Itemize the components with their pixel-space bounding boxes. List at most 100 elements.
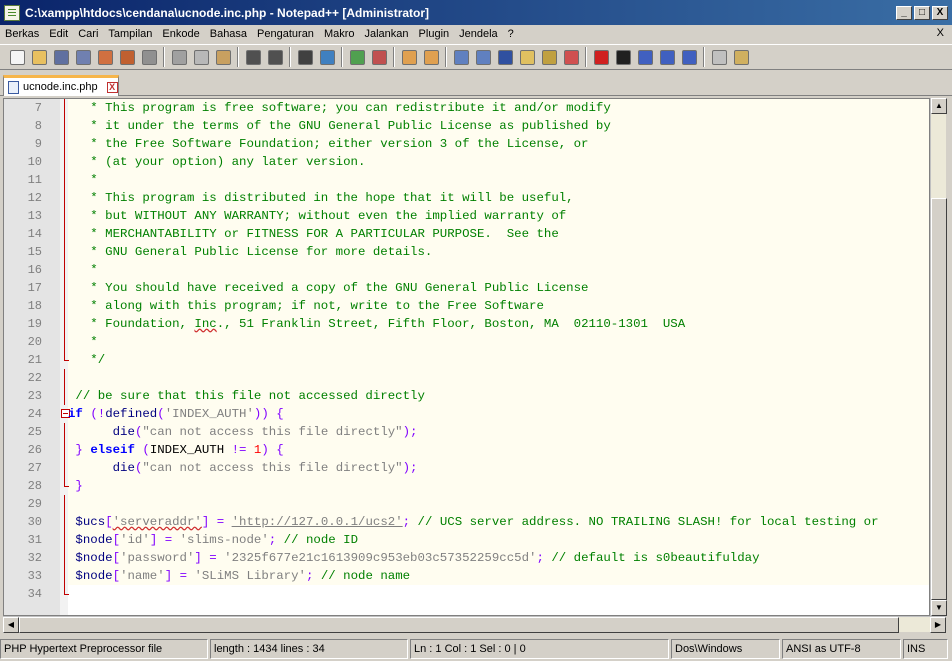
play-multiple-button[interactable] (656, 46, 678, 68)
paste-button[interactable] (212, 46, 234, 68)
tab-ucnode[interactable]: ucnode.inc.php X (3, 75, 119, 96)
redo-button[interactable] (264, 46, 286, 68)
save-button[interactable] (50, 46, 72, 68)
menu-help[interactable]: ? (503, 28, 519, 40)
menu-enkode[interactable]: Enkode (157, 28, 204, 40)
fold-line-marker (62, 495, 68, 513)
scroll-left-button[interactable]: ◀ (3, 617, 19, 633)
code-editor[interactable]: 7 * This program is free software; you c… (3, 98, 930, 616)
record-macro-button[interactable] (590, 46, 612, 68)
code-line[interactable]: 25 die("can not access this file directl… (4, 423, 929, 441)
code-token: ( (157, 407, 165, 421)
doc-map-button[interactable] (538, 46, 560, 68)
code-line[interactable]: 24 if (!defined('INDEX_AUTH')) { (4, 405, 929, 423)
code-line[interactable]: 18 * along with this program; if not, wr… (4, 297, 929, 315)
code-line[interactable]: 28 } (4, 477, 929, 495)
code-text: $node['name'] = 'SLiMS Library'; // node… (68, 567, 410, 585)
notepad-plus-plus-icon[interactable] (4, 4, 20, 21)
horizontal-scroll-thumb[interactable] (19, 617, 899, 633)
code-line[interactable]: 16 * (4, 261, 929, 279)
menu-jendela[interactable]: Jendela (454, 28, 503, 40)
code-line[interactable]: 23 // be sure that this file not accesse… (4, 387, 929, 405)
sync-horizontal-button[interactable] (420, 46, 442, 68)
code-line[interactable]: 34 (4, 585, 929, 603)
spell-check-button[interactable] (708, 46, 730, 68)
code-line[interactable]: 31 $node['id'] = 'slims-node'; // node I… (4, 531, 929, 549)
show-all-chars-button[interactable] (472, 46, 494, 68)
code-area[interactable]: 7 * This program is free software; you c… (4, 99, 929, 603)
menu-makro[interactable]: Makro (319, 28, 360, 40)
close-all-button[interactable] (116, 46, 138, 68)
menu-jalankan[interactable]: Jalankan (360, 28, 414, 40)
play-macro-button[interactable] (634, 46, 656, 68)
close-file-button[interactable] (94, 46, 116, 68)
code-line[interactable]: 13 * but WITHOUT ANY WARRANTY; without e… (4, 207, 929, 225)
code-line[interactable]: 9 * the Free Software Foundation; either… (4, 135, 929, 153)
udl-button[interactable] (516, 46, 538, 68)
zoom-out-button[interactable] (368, 46, 390, 68)
scroll-right-button[interactable]: ▶ (930, 617, 946, 633)
code-line[interactable]: 33 $node['name'] = 'SLiMS Library'; // n… (4, 567, 929, 585)
open-file-button[interactable] (28, 46, 50, 68)
code-line[interactable]: 27 die("can not access this file directl… (4, 459, 929, 477)
scroll-up-button[interactable]: ▲ (931, 98, 947, 114)
print-button[interactable] (138, 46, 160, 68)
menu-bahasa[interactable]: Bahasa (205, 28, 252, 40)
code-line[interactable]: 20 * (4, 333, 929, 351)
close-document-button[interactable]: X (937, 27, 944, 39)
menu-berkas[interactable]: Berkas (0, 28, 44, 40)
sync-vertical-button[interactable] (398, 46, 420, 68)
code-line[interactable]: 32 $node['password'] = '2325f677e21c1613… (4, 549, 929, 567)
code-line[interactable]: 22 (4, 369, 929, 387)
vertical-scrollbar[interactable]: ▲ ▼ (930, 98, 947, 616)
spell-check-icon (711, 49, 727, 65)
status-insert-mode: INS (903, 639, 948, 659)
line-background (68, 261, 929, 279)
code-line[interactable]: 7 * This program is free software; you c… (4, 99, 929, 117)
menu-pengaturan[interactable]: Pengaturan (252, 28, 319, 40)
copy-button[interactable] (190, 46, 212, 68)
code-line[interactable]: 17 * You should have received a copy of … (4, 279, 929, 297)
code-line[interactable]: 11 * (4, 171, 929, 189)
cut-button[interactable] (168, 46, 190, 68)
code-line[interactable]: 29 (4, 495, 929, 513)
zoom-in-button[interactable] (346, 46, 368, 68)
code-line[interactable]: 19 * Foundation, Inc., 51 Franklin Stree… (4, 315, 929, 333)
code-line[interactable]: 21 */ (4, 351, 929, 369)
scroll-down-button[interactable]: ▼ (931, 600, 947, 616)
code-token: 'password' (120, 551, 195, 565)
indent-guide-button[interactable] (494, 46, 516, 68)
code-text: if (!defined('INDEX_AUTH')) { (68, 405, 284, 423)
save-macro-button[interactable] (678, 46, 700, 68)
code-line[interactable]: 30 $ucs['serveraddr'] = 'http://127.0.0.… (4, 513, 929, 531)
word-wrap-button[interactable] (450, 46, 472, 68)
new-file-button[interactable] (6, 46, 28, 68)
function-list-button[interactable] (560, 46, 582, 68)
code-line[interactable]: 26 } elseif (INDEX_AUTH != 1) { (4, 441, 929, 459)
horizontal-scrollbar[interactable]: ◀ ▶ (3, 616, 946, 633)
code-line[interactable]: 12 * This program is distributed in the … (4, 189, 929, 207)
status-file-type: PHP Hypertext Preprocessor file (0, 639, 208, 659)
status-eol-format[interactable]: Dos\Windows (671, 639, 780, 659)
status-encoding[interactable]: ANSI as UTF-8 (782, 639, 901, 659)
vertical-scroll-thumb[interactable] (931, 198, 947, 600)
menu-plugin[interactable]: Plugin (414, 28, 455, 40)
code-line[interactable]: 10 * (at your option) any later version. (4, 153, 929, 171)
code-line[interactable]: 15 * GNU General Public License for more… (4, 243, 929, 261)
minimize-button[interactable]: _ (896, 6, 912, 20)
code-line[interactable]: 8 * it under the terms of the GNU Genera… (4, 117, 929, 135)
stop-record-button[interactable] (612, 46, 634, 68)
tab-close-icon[interactable]: X (106, 81, 118, 93)
maximize-button[interactable]: □ (914, 6, 930, 20)
close-button[interactable]: X (932, 6, 948, 20)
save-all-button[interactable] (72, 46, 94, 68)
replace-button[interactable] (316, 46, 338, 68)
menu-tampilan[interactable]: Tampilan (103, 28, 157, 40)
code-line[interactable]: 14 * MERCHANTABILITY or FITNESS FOR A PA… (4, 225, 929, 243)
menu-cari[interactable]: Cari (73, 28, 103, 40)
menu-edit[interactable]: Edit (44, 28, 73, 40)
undo-button[interactable] (242, 46, 264, 68)
find-button[interactable] (294, 46, 316, 68)
spell-check-auto-button[interactable] (730, 46, 752, 68)
